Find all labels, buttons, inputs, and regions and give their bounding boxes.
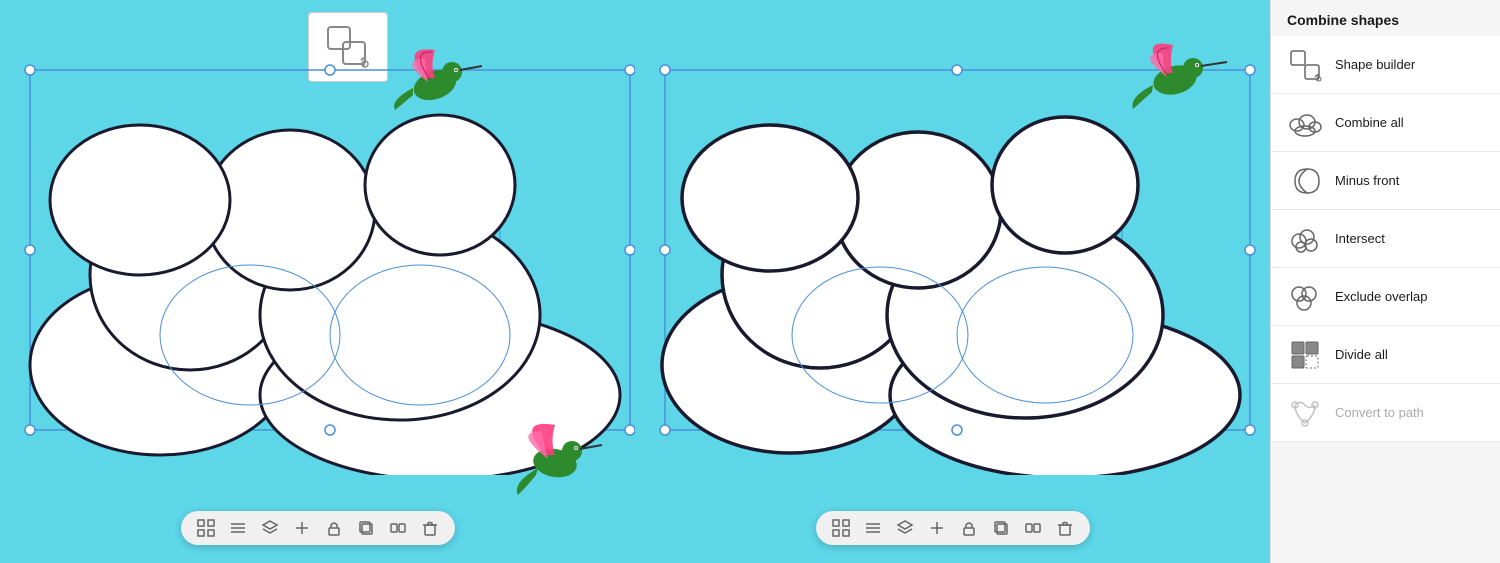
convert-to-path-icon	[1287, 395, 1323, 431]
duplicate-icon-right[interactable]	[990, 517, 1012, 539]
sidebar-item-shape-builder[interactable]: Shape builder	[1271, 36, 1500, 94]
sidebar-item-convert-to-path[interactable]: Convert to path	[1271, 384, 1500, 442]
group-icon[interactable]	[387, 517, 409, 539]
add-icon-right[interactable]	[926, 517, 948, 539]
intersect-label: Intersect	[1335, 231, 1385, 246]
sidebar-item-intersect[interactable]: Intersect	[1271, 210, 1500, 268]
hummingbird-top-left	[380, 30, 500, 130]
grid-icon[interactable]	[195, 517, 217, 539]
menu-icon[interactable]	[227, 517, 249, 539]
convert-to-path-label: Convert to path	[1335, 405, 1424, 420]
left-canvas-panel[interactable]	[0, 0, 635, 563]
lock-icon[interactable]	[323, 517, 345, 539]
layers-icon[interactable]	[259, 517, 281, 539]
exclude-overlap-label: Exclude overlap	[1335, 289, 1428, 304]
left-toolbar	[181, 511, 455, 545]
sidebar-item-minus-front[interactable]: Minus front	[1271, 152, 1500, 210]
trash-icon[interactable]	[419, 517, 441, 539]
lock-icon-right[interactable]	[958, 517, 980, 539]
shape-builder-icon	[1287, 47, 1323, 83]
exclude-overlap-icon	[1287, 279, 1323, 315]
trash-icon-right[interactable]	[1054, 517, 1076, 539]
combine-all-label: Combine all	[1335, 115, 1404, 130]
sidebar-item-divide-all[interactable]: Divide all	[1271, 326, 1500, 384]
combine-all-icon	[1287, 105, 1323, 141]
right-toolbar	[816, 511, 1090, 545]
sidebar: Combine shapes Shape builder Combine all	[1270, 0, 1500, 563]
divide-all-label: Divide all	[1335, 347, 1388, 362]
grid-icon-right[interactable]	[830, 517, 852, 539]
sidebar-title: Combine shapes	[1271, 0, 1500, 36]
hummingbird-top-right	[1115, 25, 1245, 125]
menu-icon-right[interactable]	[862, 517, 884, 539]
sidebar-item-combine-all[interactable]: Combine all	[1271, 94, 1500, 152]
right-canvas-panel[interactable]	[635, 0, 1270, 563]
divide-all-icon	[1287, 337, 1323, 373]
group-icon-right[interactable]	[1022, 517, 1044, 539]
sidebar-item-exclude-overlap[interactable]: Exclude overlap	[1271, 268, 1500, 326]
minus-front-icon	[1287, 163, 1323, 199]
layers-icon-right[interactable]	[894, 517, 916, 539]
minus-front-label: Minus front	[1335, 173, 1399, 188]
duplicate-icon[interactable]	[355, 517, 377, 539]
shape-builder-label: Shape builder	[1335, 57, 1415, 72]
hummingbird-bottom-left	[500, 403, 610, 513]
add-icon[interactable]	[291, 517, 313, 539]
intersect-icon	[1287, 221, 1323, 257]
